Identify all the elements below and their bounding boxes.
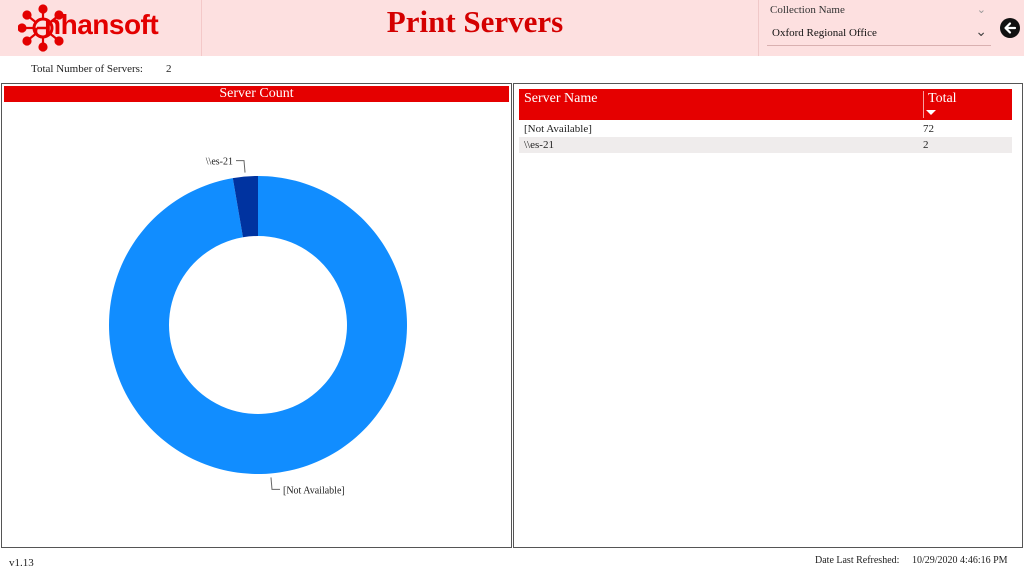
collection-filter-label: Collection Name (770, 4, 845, 16)
label-leader-line (236, 160, 246, 173)
sort-desc-icon[interactable] (926, 110, 936, 115)
donut-chart: [Not Available] \\es-21 (109, 157, 407, 496)
collection-dropdown-value: Oxford Regional Office (772, 27, 877, 39)
column-header-server-name[interactable]: Server Name (524, 91, 597, 107)
cell-total: 2 (923, 139, 929, 151)
total-servers-value: 2 (166, 63, 172, 75)
collection-filter: Collection Name ⌄ Oxford Regional Office… (758, 0, 996, 56)
cell-server-name: [Not Available] (524, 123, 592, 135)
version-label: v1.13 (9, 557, 34, 569)
header-bar: nhansoft Print Servers Collection Name ⌄… (0, 0, 1024, 56)
chevron-down-icon: ⌄ (975, 24, 987, 40)
arrow-left-icon (1004, 22, 1017, 34)
label-leader-line (270, 477, 280, 490)
table-header: Server Name Total (519, 89, 1012, 120)
slice-label: \\es-21 (206, 157, 233, 168)
refresh-timestamp: 10/29/2020 4:46:16 PM (912, 555, 1008, 566)
slice-label: [Not Available] (283, 485, 345, 496)
chevron-down-icon[interactable]: ⌄ (977, 3, 986, 16)
logo-text: nhansoft (44, 9, 159, 40)
server-table-panel: Server Name Total [Not Available] 72 \\e… (513, 83, 1023, 548)
collection-dropdown[interactable]: Oxford Regional Office ⌄ (767, 22, 991, 46)
server-count-panel: Server Count [Not Available] \\es-21 (1, 83, 512, 548)
logo: nhansoft (0, 0, 202, 56)
cell-server-name: \\es-21 (524, 139, 554, 151)
table-row[interactable]: [Not Available] 72 (519, 121, 1012, 137)
table-row[interactable]: \\es-21 2 (519, 137, 1012, 153)
cell-total: 72 (923, 123, 934, 135)
total-servers-label: Total Number of Servers: (31, 63, 143, 75)
refresh-label: Date Last Refreshed: (815, 555, 900, 566)
back-button[interactable] (1000, 18, 1020, 38)
page-title: Print Servers (386, 4, 564, 39)
